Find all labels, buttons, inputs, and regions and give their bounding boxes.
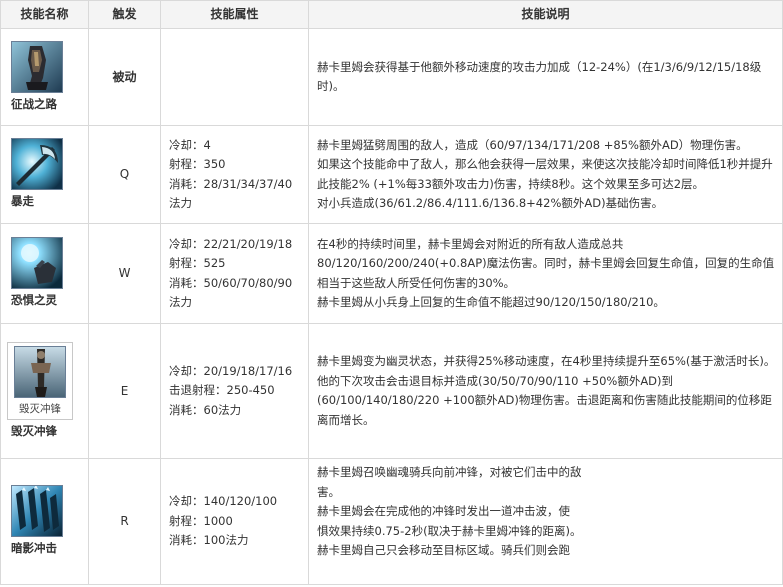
attribute-line: 击退射程：250-450 [169, 383, 275, 398]
attribute-line: 法力 [169, 196, 192, 210]
skill-image-frame: 毁灭冲锋 [7, 341, 73, 421]
description-fade-wrap: 赫卡里姆召唤幽魂骑兵向前冲锋，对被它们击中的敌 害。 赫卡里姆会在完成他的冲锋时… [317, 459, 776, 584]
description-line: 赫卡里姆从小兵身上回复的生命值不能超过90/120/150/180/210。 [317, 295, 665, 309]
attribute-line: 法力 [169, 295, 192, 309]
skill-name: 暴走 [11, 194, 34, 209]
skill-description: 赫卡里姆会获得基于他额外移动速度的攻击力加成（12-24%）(在1/3/6/9/… [308, 28, 783, 126]
table-row: 暴走 Q 冷却：4 射程：350 消耗：28/31/34/37/40 法力 赫卡… [0, 125, 783, 224]
skill-trigger: W [88, 223, 161, 324]
skill-attributes: 冷却：4 射程：350 消耗：28/31/34/37/40 法力 [160, 125, 309, 224]
attribute-line: 消耗：60法力 [169, 402, 242, 417]
skill-description: 赫卡里姆变为幽灵状态，并获得25%移动速度，在4秒里持续提升至65%(基于激活时… [308, 323, 783, 459]
halberd-icon [11, 138, 63, 191]
skill-cell: 暴走 [0, 125, 89, 224]
skill-cell: 毁灭冲锋 毁灭冲锋 [0, 323, 89, 459]
table-row: 征战之路 被动 赫卡里姆会获得基于他额外移动速度的攻击力加成（12-24%）(在… [0, 28, 783, 126]
spirit-orb-hand-icon [11, 237, 63, 290]
skill-trigger: E [88, 323, 161, 459]
description-line: 赫卡里姆猛劈周围的敌人，造成（60/97/134/171/208 +85%额外A… [317, 137, 748, 152]
skill-description: 在4秒的持续时间里，赫卡里姆会对附近的所有敌人造成总共80/120/160/20… [308, 223, 783, 324]
skill-trigger: 被动 [88, 28, 161, 126]
skill-attributes: 冷却：22/21/20/19/18 射程：525 消耗：50/60/70/80/… [160, 223, 309, 324]
skill-image-caption: 毁灭冲锋 [19, 402, 61, 415]
header-trigger: 触发 [88, 0, 161, 29]
watermark-fade [585, 459, 776, 584]
lance-icon [14, 345, 66, 398]
skill-name: 毁灭冲锋 [11, 424, 57, 439]
skill-cell: 征战之路 [0, 28, 89, 126]
attribute-line: 消耗：100法力 [169, 533, 249, 548]
attribute-line: 冷却：22/21/20/19/18 [169, 236, 293, 251]
table-header-row: 技能名称 触发 技能属性 技能说明 [0, 0, 783, 29]
skill-attributes: 冷却：20/19/18/17/16 击退射程：250-450 消耗：60法力 [160, 323, 309, 459]
attribute-line: 消耗：28/31/34/37/40 [169, 176, 293, 191]
skill-trigger: Q [88, 125, 161, 224]
skill-cell: 暗影冲击 [0, 458, 89, 585]
table-row: 恐惧之灵 W 冷却：22/21/20/19/18 射程：525 消耗：50/60… [0, 223, 783, 324]
attribute-line: 冷却：140/120/100 [169, 494, 278, 509]
header-skill-name: 技能名称 [0, 0, 89, 29]
skill-cell: 恐惧之灵 [0, 223, 89, 324]
table-row: 毁灭冲锋 毁灭冲锋 E 冷却：20/19/18/17/16 击退射程：250-4… [0, 323, 783, 459]
description-line: 赫卡里姆会获得基于他额外移动速度的攻击力加成（12-24%）(在1/3/6/9/… [317, 59, 762, 94]
table-row: 暗影冲击 R 冷却：140/120/100 射程：1000 消耗：100法力 赫… [0, 458, 783, 585]
skill-name: 征战之路 [11, 96, 57, 111]
attribute-line: 射程：525 [169, 256, 226, 270]
attribute-line: 射程：1000 [169, 513, 233, 528]
description-line: 赫卡里姆变为幽灵状态，并获得25%移动速度，在4秒里持续提升至65%(基于激活时… [317, 354, 776, 427]
spectral-riders-icon [11, 485, 63, 538]
header-description: 技能说明 [308, 0, 783, 29]
skill-description: 赫卡里姆召唤幽魂骑兵向前冲锋，对被它们击中的敌 害。 赫卡里姆会在完成他的冲锋时… [308, 458, 783, 585]
skill-trigger: R [88, 458, 161, 585]
skills-table: 技能名称 触发 技能属性 技能说明 征战之路 被动 赫卡里姆会获得基于他额外移动… [0, 0, 783, 585]
skill-name: 恐惧之灵 [11, 293, 57, 308]
skill-name: 暗影冲击 [11, 541, 57, 556]
skill-attributes: 冷却：140/120/100 射程：1000 消耗：100法力 [160, 458, 309, 585]
skill-attributes [160, 28, 309, 126]
header-attributes: 技能属性 [160, 0, 309, 29]
description-line: 如果这个技能命中了敌人，那么他会获得一层效果，来使这次技能冷却时间降低1秒并提升… [317, 157, 773, 191]
description-line: 在4秒的持续时间里，赫卡里姆会对附近的所有敌人造成总共80/120/160/20… [317, 236, 775, 290]
warhorse-arm-icon [11, 40, 63, 93]
skill-description: 赫卡里姆猛劈周围的敌人，造成（60/97/134/171/208 +85%额外A… [308, 125, 783, 224]
attribute-line: 冷却：20/19/18/17/16 [169, 363, 293, 378]
description-line: 对小兵造成(36/61.2/86.4/111.6/136.8+42%额外AD)基… [317, 196, 664, 210]
attribute-line: 射程：350 [169, 157, 226, 171]
attribute-line: 冷却：4 [169, 137, 211, 152]
attribute-line: 消耗：50/60/70/80/90 [169, 275, 293, 290]
